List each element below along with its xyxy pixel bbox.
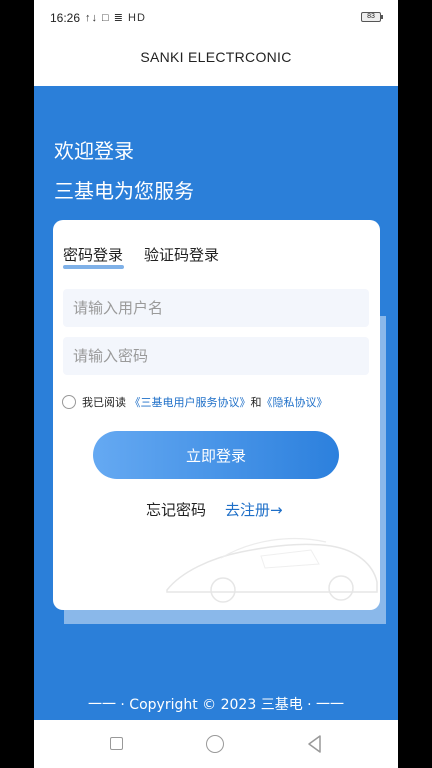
nav-home-icon[interactable] (206, 735, 224, 753)
battery-icon: 83 (361, 12, 383, 22)
tab-code-login[interactable]: 验证码登录 (144, 244, 219, 265)
phone-screen: 16:26 ↑↓ □ ≣ HD 83 SANKI ELECTRCONIC 欢迎登… (34, 0, 398, 768)
agreement-checkbox[interactable] (62, 395, 76, 409)
welcome-title: 欢迎登录 (54, 139, 134, 163)
copyright-text: 一一 · Copyright © 2023 三基电 · 一一 (87, 697, 345, 713)
app-header: SANKI ELECTRCONIC (140, 49, 292, 65)
login-card: 密码登录 验证码登录 我已阅读 《三基电用户服务协议》和《隐私协议》 立即登录 … (53, 220, 380, 610)
active-tab-indicator (63, 265, 124, 269)
status-time: 16:26 (50, 11, 81, 25)
agreement-row: 我已阅读 《三基电用户服务协议》和《隐私协议》 (62, 394, 328, 412)
agreement-prefix: 我已阅读 (82, 396, 130, 409)
username-input[interactable] (63, 289, 369, 327)
password-input[interactable] (63, 337, 369, 375)
system-nav-bar (34, 720, 398, 768)
login-background: 欢迎登录 三基电为您服务 密码登录 验证码登录 我已阅读 《三基电用户服务协议》… (34, 86, 398, 720)
privacy-agreement-link[interactable]: 《隐私协议》 (262, 396, 328, 409)
user-agreement-link[interactable]: 《三基电用户服务协议》 (130, 396, 251, 409)
tab-password-login[interactable]: 密码登录 (63, 244, 123, 265)
signal-icon: ↑↓ □ ≣ HD (85, 12, 146, 24)
car-illustration (166, 537, 378, 603)
welcome-subtitle: 三基电为您服务 (54, 179, 194, 203)
login-button[interactable]: 立即登录 (93, 431, 339, 479)
nav-recents-icon[interactable] (110, 737, 123, 750)
agreement-and: 和 (250, 396, 262, 409)
status-bar: 16:26 ↑↓ □ ≣ HD 83 (34, 0, 398, 36)
nav-back-icon[interactable] (306, 734, 322, 754)
